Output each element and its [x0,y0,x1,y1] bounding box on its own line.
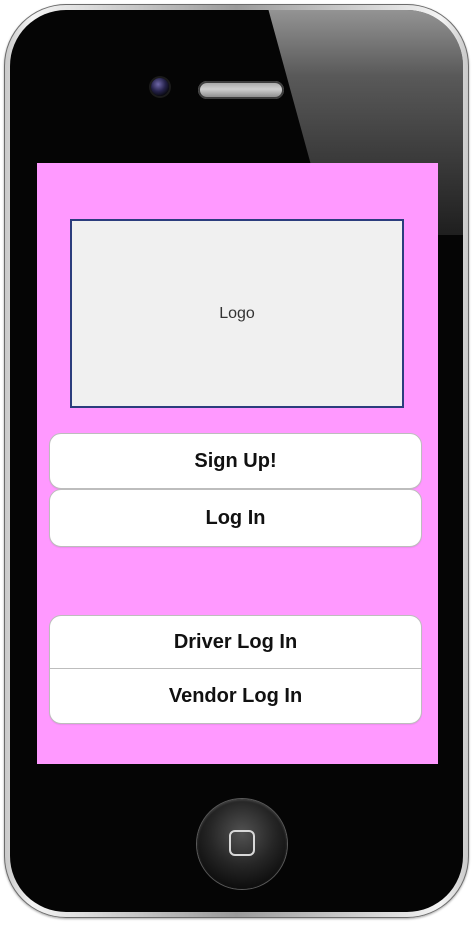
logo-box: Logo [70,219,404,408]
sign-up-button-label: Sign Up! [194,449,277,472]
speaker-icon [198,81,284,99]
home-square-icon [229,830,255,856]
logo-label: Logo [219,304,255,322]
vendor-log-in-button[interactable]: Vendor Log In [49,668,422,724]
sign-up-button[interactable]: Sign Up! [49,433,422,489]
driver-log-in-button-label: Driver Log In [173,630,298,653]
home-button-icon[interactable] [197,799,287,889]
camera-icon [151,78,169,96]
log-in-button[interactable]: Log In [49,489,422,547]
phone-body: Logo Sign Up! Log In Driver Log In Vendo… [10,10,463,912]
app-screen: Logo Sign Up! Log In Driver Log In Vendo… [37,163,438,764]
phone-frame: Logo Sign Up! Log In Driver Log In Vendo… [4,4,469,918]
vendor-log-in-button-label: Vendor Log In [168,684,303,707]
log-in-button-label: Log In [205,506,266,529]
driver-log-in-button[interactable]: Driver Log In [49,615,422,669]
